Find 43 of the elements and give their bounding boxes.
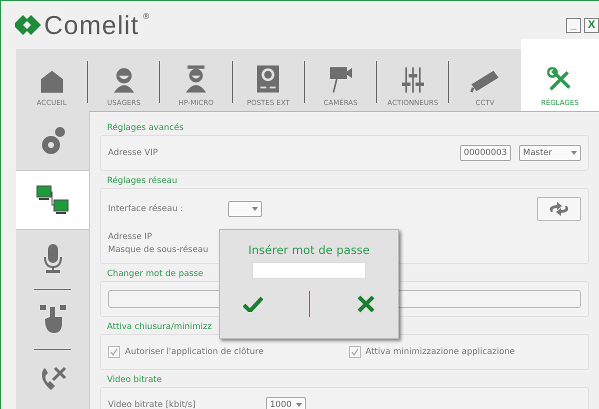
cancel-button[interactable]: [356, 295, 375, 313]
checkbox[interactable]: [108, 346, 120, 358]
minimize-button[interactable]: _: [566, 18, 581, 32]
checkbox-label: Attiva minimizzazione applicazione: [366, 347, 515, 357]
section-title: Video bitrate: [106, 374, 162, 387]
checkbox[interactable]: [348, 346, 360, 358]
vip-address-field[interactable]: 00000003: [460, 145, 511, 161]
section-title: Attiva chiusura/minimizz: [106, 321, 212, 334]
checkbox-label: Autoriser l'application de clôture: [125, 347, 264, 357]
guard-icon: [183, 65, 209, 93]
bitrate-dropdown[interactable]: 1000: [266, 397, 306, 409]
section-title: Changer mot de passe: [106, 268, 204, 281]
check-icon: [243, 296, 264, 312]
user-icon: [111, 67, 137, 93]
close-button[interactable]: X: [584, 18, 599, 32]
password-input[interactable]: [252, 262, 366, 279]
refresh-button[interactable]: [537, 197, 581, 221]
trademark-sign: ®: [142, 12, 150, 21]
field-label: Adresse IP: [108, 232, 152, 242]
security-camera-icon: [470, 69, 500, 93]
network-computers-icon: [36, 184, 70, 215]
close-icon: [356, 295, 375, 313]
hand-pointer-icon: [40, 305, 66, 334]
tools-icon: [547, 67, 573, 93]
microphone-icon: [42, 244, 64, 274]
mode-dropdown[interactable]: Master: [519, 145, 581, 161]
dialog-title: Insérer mot de passe: [248, 243, 370, 257]
door-panel-icon: [257, 65, 280, 93]
section-title: Réglages avancés: [106, 122, 184, 135]
interface-dropdown[interactable]: [228, 201, 262, 217]
logo-text: Comelit: [44, 12, 140, 38]
house-icon: [38, 69, 64, 93]
sidebar-item[interactable]: [16, 170, 89, 230]
field-label: Masque de sous-réseau: [108, 245, 208, 255]
sliders-icon: [402, 67, 424, 93]
field-label: Adresse VIP: [108, 148, 159, 158]
logo-icon: [15, 15, 41, 35]
section-title: Réglages réseau: [106, 175, 178, 188]
refresh-icon: [547, 202, 571, 216]
camera-icon: [328, 65, 354, 93]
field-label: Video bitrate [kbit/s]: [108, 400, 197, 409]
confirm-button[interactable]: [243, 296, 264, 312]
field-label: Interface réseau :: [108, 204, 184, 214]
